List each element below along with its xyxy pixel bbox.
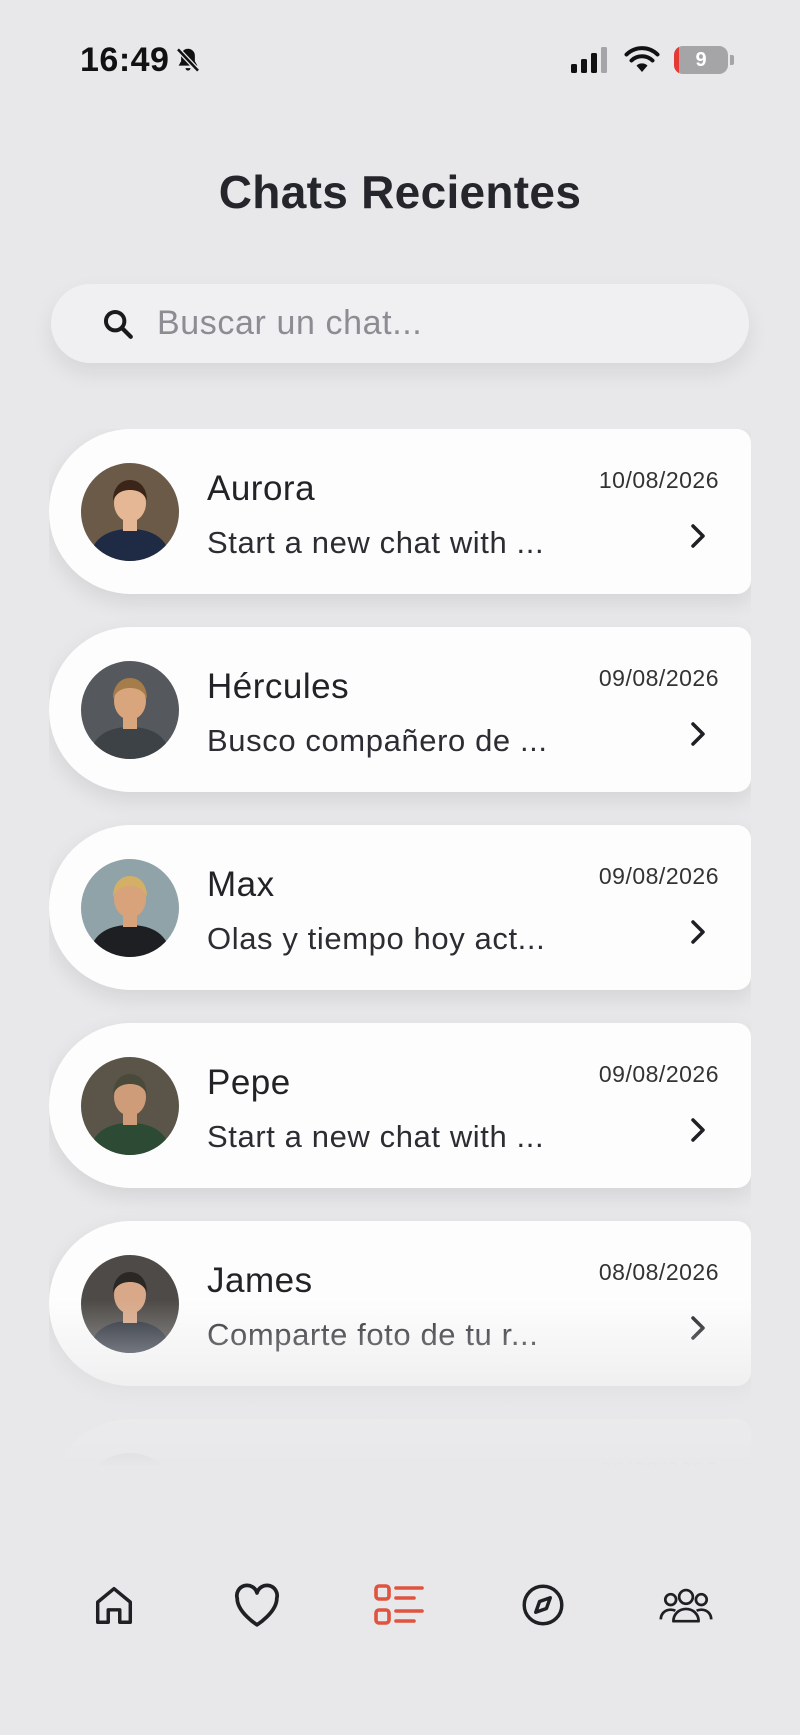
users-icon bbox=[659, 1588, 713, 1623]
avatar bbox=[81, 1057, 179, 1155]
chat-name: Aurora bbox=[207, 469, 316, 508]
avatar bbox=[81, 1255, 179, 1353]
signal-icon bbox=[571, 47, 607, 73]
battery-icon: 9 bbox=[674, 46, 734, 74]
chat-preview: Start a new chat with ... bbox=[207, 1119, 545, 1154]
chat-preview: Busco compañero de ... bbox=[207, 723, 548, 758]
search-bar[interactable] bbox=[51, 284, 749, 363]
avatar-image bbox=[81, 463, 179, 561]
chat-date: 09/08/2026 bbox=[598, 1061, 719, 1087]
avatar-image bbox=[81, 1255, 179, 1353]
chat-item[interactable]: Pepe 08/08/2026 bbox=[49, 1419, 751, 1503]
chat-item[interactable]: James 08/08/2026 Comparte foto de tu r... bbox=[49, 1221, 751, 1386]
chat-date: 10/08/2026 bbox=[598, 467, 719, 493]
nav-favorites[interactable] bbox=[227, 1575, 287, 1635]
search-input[interactable] bbox=[157, 304, 697, 343]
chat-preview: Comparte foto de tu r... bbox=[207, 1317, 539, 1352]
chevron-right-icon bbox=[691, 1316, 705, 1340]
chevron-right-icon bbox=[691, 722, 705, 746]
wifi-icon bbox=[624, 46, 660, 72]
avatar-image bbox=[81, 1453, 179, 1503]
chevron-right-icon bbox=[691, 920, 705, 944]
avatar bbox=[81, 661, 179, 759]
chat-preview: Olas y tiempo hoy act... bbox=[207, 921, 546, 956]
nav-community[interactable] bbox=[656, 1575, 716, 1635]
battery-body: 9 bbox=[674, 46, 728, 74]
chat-name: Hércules bbox=[207, 667, 350, 706]
page-title: Chats Recientes bbox=[218, 166, 582, 218]
avatar bbox=[81, 1453, 179, 1503]
status-time: 16:49 bbox=[80, 40, 170, 79]
avatar bbox=[81, 463, 179, 561]
chat-date: 09/08/2026 bbox=[598, 863, 719, 889]
nav-home[interactable] bbox=[84, 1575, 144, 1635]
chevron-right-icon bbox=[691, 1118, 705, 1142]
battery-cap bbox=[730, 55, 734, 65]
chat-name: James bbox=[207, 1261, 313, 1300]
chat-preview: Start a new chat with ... bbox=[207, 525, 545, 560]
chat-item[interactable]: Pepe 09/08/2026 Start a new chat with ... bbox=[49, 1023, 751, 1188]
bell-slash-icon bbox=[176, 47, 201, 73]
status-left: 16:49 bbox=[80, 41, 203, 80]
chat-item[interactable]: Max 09/08/2026 Olas y tiempo hoy act... bbox=[49, 825, 751, 990]
search-icon bbox=[103, 309, 133, 339]
compass-icon bbox=[522, 1584, 564, 1626]
chevron-right-icon bbox=[691, 524, 705, 548]
chat-date: 08/08/2026 bbox=[598, 1457, 719, 1483]
avatar-image bbox=[81, 661, 179, 759]
chat-item[interactable]: Aurora 10/08/2026 Start a new chat with ..… bbox=[49, 429, 751, 594]
chat-name: Pepe bbox=[207, 1459, 291, 1498]
chats-screen: 16:49 9 Chats Recientes Buscar un chat..… bbox=[0, 0, 800, 1735]
avatar bbox=[81, 859, 179, 957]
status-right: 9 bbox=[570, 46, 734, 74]
list-icon bbox=[374, 1584, 424, 1625]
nav-chats[interactable] bbox=[370, 1575, 430, 1635]
chat-list: Aurora 10/08/2026 Start a new chat with ..… bbox=[49, 429, 751, 1503]
nav-explore[interactable] bbox=[513, 1575, 573, 1635]
avatar-image bbox=[81, 859, 179, 957]
chat-name: Pepe bbox=[207, 1063, 291, 1102]
avatar-image bbox=[81, 1057, 179, 1155]
chat-date: 08/08/2026 bbox=[598, 1259, 719, 1285]
chat-name: Max bbox=[207, 865, 275, 904]
status-bar: 16:49 9 bbox=[80, 38, 734, 82]
chat-item[interactable]: Hércules 09/08/2026 Busco compañero de ... bbox=[49, 627, 751, 792]
bottom-nav bbox=[0, 1540, 800, 1670]
battery-level: 9 bbox=[695, 48, 707, 71]
home-icon bbox=[95, 1586, 132, 1624]
heart-icon bbox=[234, 1583, 279, 1627]
chat-date: 09/08/2026 bbox=[598, 665, 719, 691]
